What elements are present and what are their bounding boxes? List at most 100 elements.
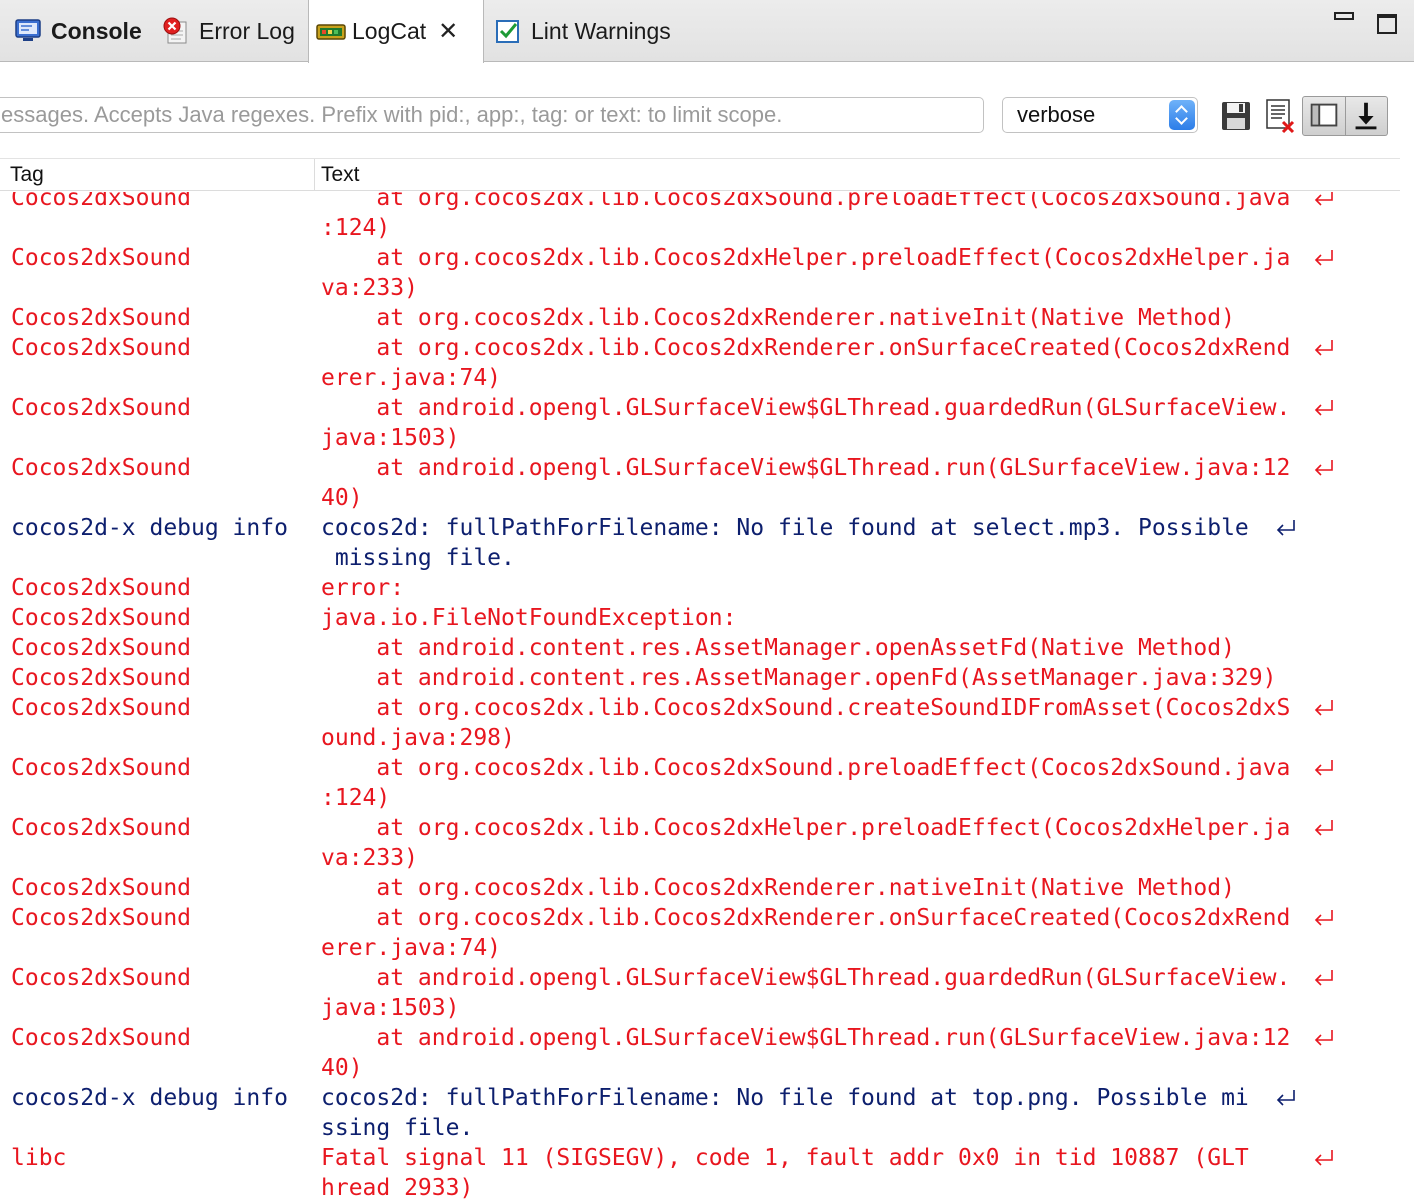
lint-checkbox-icon: [494, 17, 522, 45]
log-tag: Cocos2dxSound: [11, 665, 192, 691]
log-tag: Cocos2dxSound: [11, 695, 192, 721]
log-message-line: at android.opengl.GLSurfaceView$GLThread…: [321, 965, 1291, 991]
tab-logcat[interactable]: LogCat ✕: [308, 0, 484, 63]
log-message-line: at org.cocos2dx.lib.Cocos2dxRenderer.onS…: [321, 335, 1291, 361]
log-row[interactable]: Cocos2dxSound at android.opengl.GLSurfac…: [0, 1023, 1414, 1083]
log-message-line: at org.cocos2dx.lib.Cocos2dxHelper.prelo…: [321, 815, 1291, 841]
log-message-line: at android.opengl.GLSurfaceView$GLThread…: [321, 455, 1291, 481]
log-message-line: cocos2d: fullPathForFilename: No file fo…: [321, 515, 1249, 541]
line-wrap-icon: [1274, 517, 1298, 539]
line-wrap-icon: [1312, 817, 1336, 839]
console-monitor-icon: [14, 17, 42, 45]
log-tag: Cocos2dxSound: [11, 192, 192, 211]
log-row[interactable]: cocos2d-x debug info cocos2d: fullPathFor…: [0, 513, 1414, 573]
log-tag: cocos2d-x debug info: [11, 1085, 288, 1111]
log-row[interactable]: Cocos2dxSound at android.content.res.Ass…: [0, 663, 1414, 693]
log-message-line: at org.cocos2dx.lib.Cocos2dxRenderer.nat…: [321, 305, 1235, 331]
tab-console[interactable]: Console: [0, 0, 148, 62]
log-tag: Cocos2dxSound: [11, 335, 192, 361]
log-message-line: :124): [321, 215, 391, 241]
tab-console-label: Console: [51, 17, 142, 44]
tab-logcat-label: LogCat: [352, 18, 427, 44]
log-tag: Cocos2dxSound: [11, 905, 192, 931]
log-tag: Cocos2dxSound: [11, 605, 192, 631]
log-tag: Cocos2dxSound: [11, 245, 192, 271]
line-wrap-icon: [1312, 192, 1336, 209]
log-row[interactable]: Cocos2dxSound at org.cocos2dx.lib.Cocos2…: [0, 192, 1414, 243]
log-message-line: hread 2933): [321, 1175, 474, 1201]
line-wrap-icon: [1312, 457, 1336, 479]
log-row[interactable]: Cocos2dxSound at org.cocos2dx.lib.Cocos2…: [0, 333, 1414, 393]
log-message-line: va:233): [321, 845, 418, 871]
line-wrap-icon: [1312, 907, 1336, 929]
log-message-line: java:1503): [321, 425, 460, 451]
log-tag: Cocos2dxSound: [11, 635, 192, 661]
log-row[interactable]: Cocos2dxSound at android.opengl.GLSurfac…: [0, 393, 1414, 453]
log-message-line: erer.java:74): [321, 935, 502, 961]
log-message-line: at org.cocos2dx.lib.Cocos2dxSound.preloa…: [321, 192, 1291, 211]
log-message-line: at org.cocos2dx.lib.Cocos2dxSound.create…: [321, 695, 1291, 721]
log-message-line: va:233): [321, 275, 418, 301]
tab-lint-warnings-label: Lint Warnings: [531, 17, 671, 44]
log-row[interactable]: Cocos2dxSound at org.cocos2dx.lib.Cocos2…: [0, 813, 1414, 873]
error-log-icon: [162, 17, 190, 45]
log-row[interactable]: Cocos2dxSound error:: [0, 573, 1414, 603]
line-wrap-icon: [1312, 397, 1336, 419]
minimize-view-icon[interactable]: [1334, 12, 1354, 20]
save-log-button[interactable]: [1216, 96, 1256, 136]
scroll-lock-button[interactable]: [1346, 96, 1388, 136]
log-message-line: at org.cocos2dx.lib.Cocos2dxSound.preloa…: [321, 755, 1291, 781]
line-wrap-icon: [1312, 1147, 1336, 1169]
log-message-line: ssing file.: [321, 1115, 474, 1141]
view-tab-bar: Console Error Log LogCat ✕ Lint Warnings: [0, 0, 1414, 63]
clear-log-icon: [1266, 99, 1295, 134]
log-message-line: 40): [321, 1055, 363, 1081]
log-message-line: erer.java:74): [321, 365, 502, 391]
log-row[interactable]: Cocos2dxSound at org.cocos2dx.lib.Cocos2…: [0, 873, 1414, 903]
tab-error-log[interactable]: Error Log: [148, 0, 308, 62]
close-tab-icon[interactable]: ✕: [438, 19, 458, 44]
tab-lint-warnings[interactable]: Lint Warnings: [484, 0, 724, 62]
clear-log-button[interactable]: [1260, 96, 1300, 136]
maximize-view-icon[interactable]: [1377, 14, 1397, 34]
line-wrap-icon: [1312, 757, 1336, 779]
log-table-body[interactable]: Cocos2dxSound at org.cocos2dx.lib.Cocos2…: [0, 192, 1414, 1204]
toggle-filters-panel-button[interactable]: [1302, 96, 1346, 136]
log-row[interactable]: Cocos2dxSound at org.cocos2dx.lib.Cocos2…: [0, 243, 1414, 303]
log-level-select[interactable]: verbose: [1002, 97, 1198, 133]
panel-toggle-icon: [1310, 103, 1338, 127]
log-tag: Cocos2dxSound: [11, 575, 192, 601]
log-message-line: java.io.FileNotFoundException:: [321, 605, 737, 631]
log-tag: libc: [11, 1145, 67, 1171]
select-stepper-icon[interactable]: [1169, 100, 1195, 130]
log-tag: Cocos2dxSound: [11, 395, 192, 421]
log-row[interactable]: libc Fatal signal 11 (SIGSEGV), code 1, f…: [0, 1143, 1414, 1203]
log-row[interactable]: Cocos2dxSound at org.cocos2dx.lib.Cocos2…: [0, 303, 1414, 333]
log-row[interactable]: cocos2d-x debug info cocos2d: fullPathFor…: [0, 1083, 1414, 1143]
line-wrap-icon: [1312, 967, 1336, 989]
log-row[interactable]: Cocos2dxSound at android.content.res.Ass…: [0, 633, 1414, 663]
log-row[interactable]: Cocos2dxSound java.io.FileNotFoundExcepti…: [0, 603, 1414, 633]
log-row[interactable]: Cocos2dxSound at org.cocos2dx.lib.Cocos2…: [0, 753, 1414, 813]
log-row[interactable]: Cocos2dxSound at org.cocos2dx.lib.Cocos2…: [0, 693, 1414, 753]
log-message-line: :124): [321, 785, 391, 811]
log-tag: Cocos2dxSound: [11, 1025, 192, 1051]
log-level-value: verbose: [1017, 102, 1096, 127]
column-header-text[interactable]: Text: [321, 163, 360, 187]
log-message-line: at android.opengl.GLSurfaceView$GLThread…: [321, 1025, 1291, 1051]
log-row[interactable]: Cocos2dxSound at android.opengl.GLSurfac…: [0, 453, 1414, 513]
line-wrap-icon: [1312, 247, 1336, 269]
line-wrap-icon: [1274, 1087, 1298, 1109]
column-header-tag[interactable]: Tag: [10, 163, 44, 187]
log-row[interactable]: Cocos2dxSound at android.opengl.GLSurfac…: [0, 963, 1414, 1023]
log-message-line: missing file.: [321, 545, 515, 571]
log-filter-input[interactable]: essages. Accepts Java regexes. Prefix wi…: [0, 97, 984, 133]
log-message-line: at android.content.res.AssetManager.open…: [321, 635, 1235, 661]
log-row[interactable]: Cocos2dxSound at org.cocos2dx.lib.Cocos2…: [0, 903, 1414, 963]
log-tag: Cocos2dxSound: [11, 875, 192, 901]
scroll-to-bottom-icon: [1355, 102, 1377, 130]
line-wrap-icon: [1312, 1027, 1336, 1049]
log-message-line: cocos2d: fullPathForFilename: No file fo…: [321, 1085, 1249, 1111]
log-message-line: error:: [321, 575, 405, 601]
column-divider[interactable]: [314, 159, 315, 191]
